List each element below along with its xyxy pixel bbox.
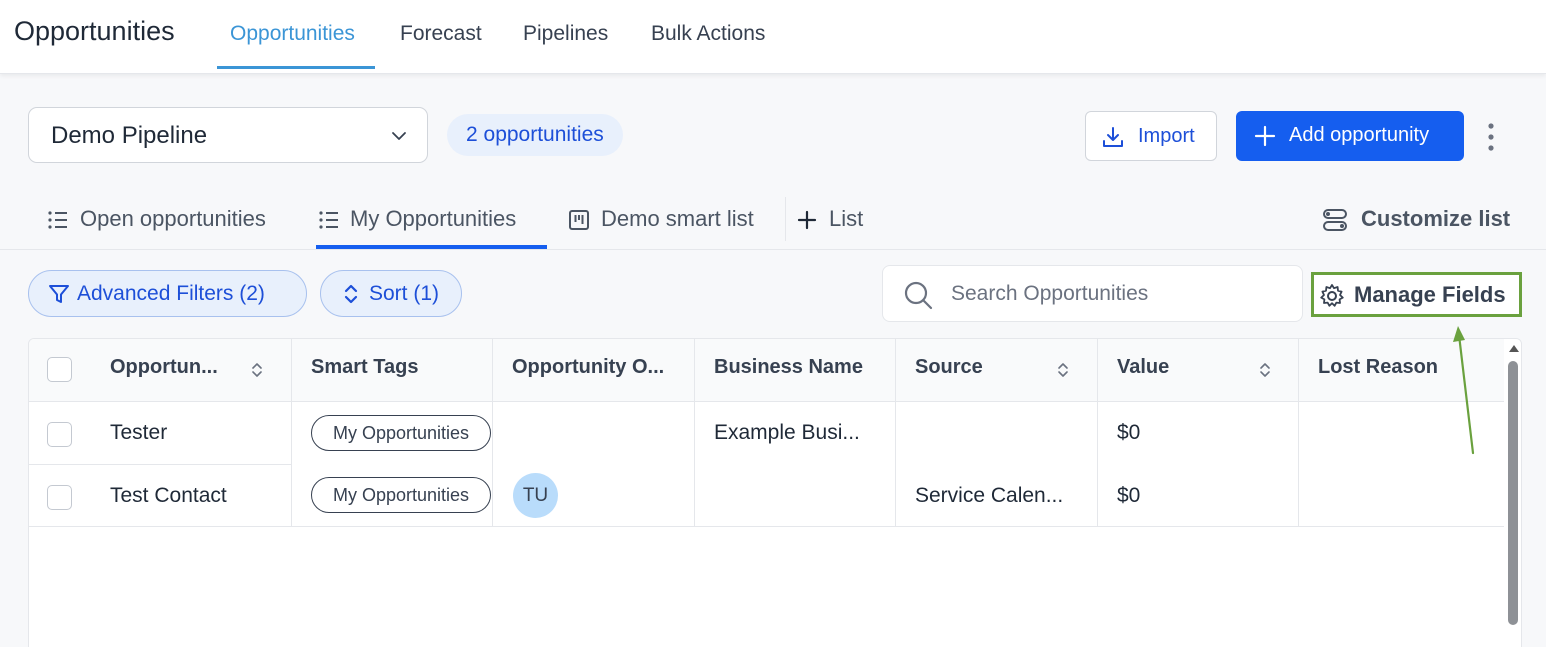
plus-icon <box>797 210 817 230</box>
column-business-name: Business Name Example Busi... <box>695 339 896 527</box>
column-header: Smart Tags <box>311 356 419 378</box>
opportunity-name-link[interactable]: Tester <box>110 421 167 445</box>
manage-fields-label: Manage Fields <box>1354 282 1506 307</box>
search-input[interactable] <box>951 279 1291 309</box>
sort-icon <box>344 284 358 304</box>
import-button[interactable]: Import <box>1085 111 1217 161</box>
download-icon <box>1103 127 1123 147</box>
opportunity-name-link[interactable]: Test Contact <box>110 484 227 508</box>
list-tab-my-opportunities[interactable]: My Opportunities <box>318 206 538 234</box>
source-cell: Service Calen... <box>915 484 1064 507</box>
toggle-settings-icon <box>1323 209 1347 231</box>
search-box <box>882 265 1303 322</box>
scrollbar-thumb[interactable] <box>1508 361 1518 625</box>
select-all-checkbox[interactable] <box>47 357 72 382</box>
tab-divider <box>785 197 786 241</box>
add-opportunity-button[interactable]: Add opportunity <box>1236 111 1464 161</box>
search-icon <box>904 281 933 310</box>
business-name-cell: Example Busi... <box>714 421 860 444</box>
pipeline-select[interactable]: Demo Pipeline <box>28 107 428 163</box>
add-opportunity-label: Add opportunity <box>1289 124 1430 146</box>
advanced-filters-button[interactable]: Advanced Filters (2) <box>28 270 307 317</box>
add-list-label: List <box>829 206 864 231</box>
scroll-up-arrow-icon[interactable] <box>1508 343 1520 353</box>
nav-tab-pipelines[interactable]: Pipelines <box>523 22 608 46</box>
list-icon <box>319 211 338 229</box>
row-divider <box>29 464 292 465</box>
sort-toggle-icon[interactable] <box>1056 361 1070 379</box>
smart-tag[interactable]: My Opportunities <box>311 415 491 451</box>
column-header[interactable]: Opportun... <box>110 356 218 379</box>
sort-label: Sort (1) <box>369 282 440 305</box>
customize-list-button[interactable]: Customize list <box>1322 206 1522 234</box>
owner-avatar: TU <box>513 473 558 518</box>
column-header[interactable]: Value <box>1117 356 1169 379</box>
row-checkbox[interactable] <box>47 485 72 510</box>
list-tab-label: Open opportunities <box>80 206 266 231</box>
kanban-icon <box>569 210 589 230</box>
nav-tab-opportunities[interactable]: Opportunities <box>230 22 355 46</box>
plus-icon <box>1254 125 1276 147</box>
more-options-icon[interactable] <box>1480 121 1502 153</box>
nav-tab-bulk-actions[interactable]: Bulk Actions <box>651 22 765 46</box>
sort-toggle-icon[interactable] <box>250 361 264 379</box>
opportunity-count-badge: 2 opportunities <box>447 114 623 156</box>
column-header[interactable]: Source <box>915 356 983 379</box>
app-title: Opportunities <box>14 16 175 46</box>
add-list-button[interactable]: List <box>797 206 877 234</box>
column-header: Opportunity O... <box>512 356 665 378</box>
column-lost-reason: Lost Reason <box>1299 339 1505 527</box>
nav-tab-forecast[interactable]: Forecast <box>400 22 482 46</box>
list-icon <box>48 211 67 229</box>
customize-list-label: Customize list <box>1361 206 1511 231</box>
value-cell: $0 <box>1117 421 1141 444</box>
list-tabs-divider <box>0 249 1546 250</box>
chevron-down-icon <box>392 132 406 140</box>
column-header: Business Name <box>714 356 863 378</box>
gear-icon <box>1320 284 1344 307</box>
list-tab-open-opportunities[interactable]: Open opportunities <box>47 206 287 234</box>
pipeline-select-value: Demo Pipeline <box>51 122 208 149</box>
active-tab-indicator <box>217 66 375 69</box>
advanced-filters-label: Advanced Filters (2) <box>77 282 265 305</box>
column-opportunity-name: Opportun... Tester Test Contact <box>29 339 292 527</box>
column-source: Source Service Calen... <box>896 339 1098 527</box>
table-bottom-divider <box>29 526 1504 527</box>
list-tab-label: My Opportunities <box>350 206 517 231</box>
sort-toggle-icon[interactable] <box>1258 361 1272 379</box>
top-nav: Opportunities Opportunities Forecast Pip… <box>0 0 1546 74</box>
manage-fields-button[interactable]: Manage Fields <box>1311 272 1522 317</box>
value-cell: $0 <box>1117 484 1141 507</box>
row-checkbox[interactable] <box>47 422 72 447</box>
list-tab-label: Demo smart list <box>601 206 754 231</box>
table-scrollbar[interactable] <box>1505 339 1521 647</box>
import-button-label: Import <box>1138 125 1195 147</box>
column-value: Value $0 $0 <box>1098 339 1299 527</box>
list-tab-demo-smart-list[interactable]: Demo smart list <box>568 206 768 234</box>
smart-tag[interactable]: My Opportunities <box>311 477 491 513</box>
column-header: Lost Reason <box>1318 356 1439 378</box>
filter-icon <box>49 285 69 303</box>
opportunities-table: Opportun... Tester Test Contact Smart Ta… <box>28 338 1522 647</box>
sort-button[interactable]: Sort (1) <box>320 270 462 317</box>
